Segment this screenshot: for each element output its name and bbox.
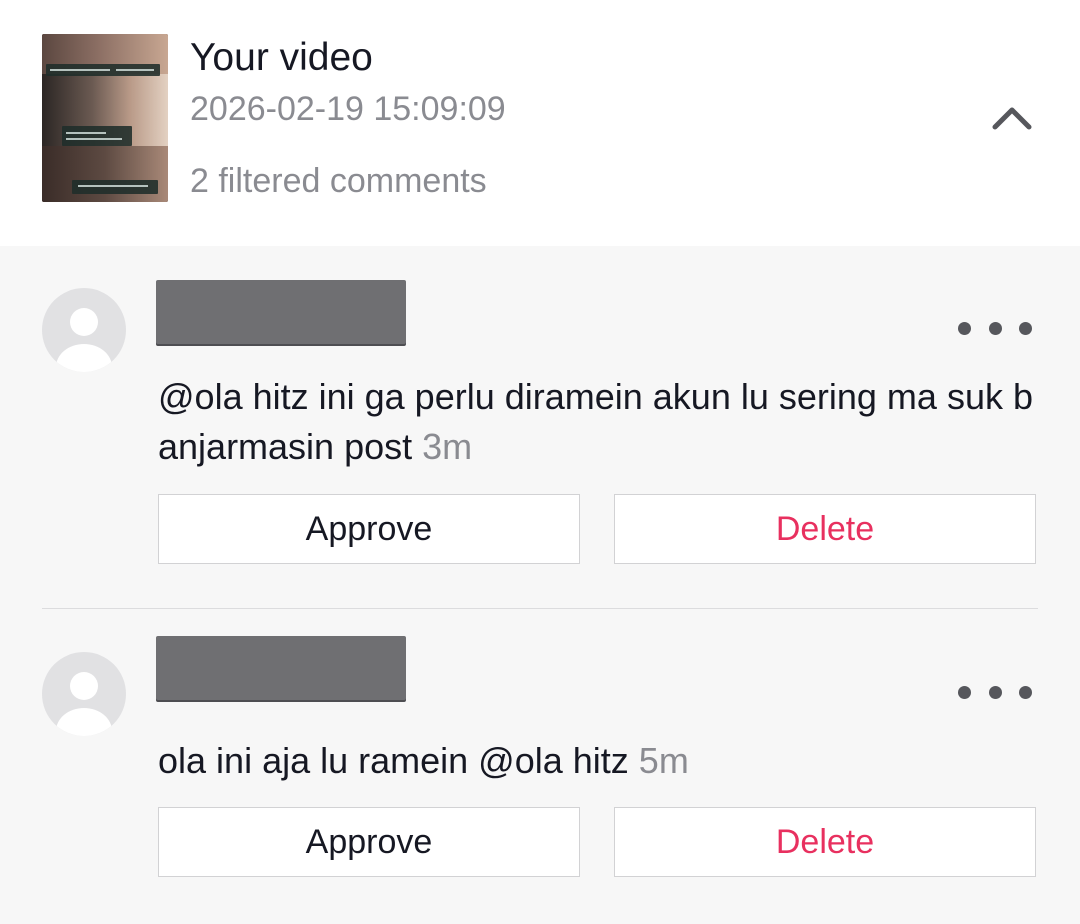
- thumbnail-overlay: [72, 180, 158, 194]
- thumbnail-line: [116, 69, 154, 71]
- more-horizontal-icon: [1019, 685, 1032, 699]
- more-horizontal-icon: [958, 685, 971, 699]
- default-avatar-icon[interactable]: [42, 652, 126, 736]
- comment-time: 5m: [638, 740, 689, 781]
- more-horizontal-icon: [1019, 321, 1032, 335]
- username-redacted: [156, 636, 406, 700]
- chevron-up-icon: [992, 107, 1032, 130]
- thumbnail-line: [66, 132, 106, 134]
- default-avatar-icon[interactable]: [42, 288, 126, 372]
- avatar-head: [70, 672, 98, 700]
- thumbnail-line: [78, 185, 148, 187]
- filtered-comments-count: 2 filtered comments: [190, 162, 487, 200]
- thumbnail-line: [50, 69, 110, 71]
- comment-text: ola ini aja lu ramein @ola hitz 5m: [158, 736, 1042, 786]
- collapse-button[interactable]: [986, 96, 1038, 140]
- video-timestamp: 2026-02-19 15:09:09: [190, 90, 506, 128]
- more-horizontal-icon: [988, 685, 1002, 699]
- video-thumbnail[interactable]: [42, 34, 168, 202]
- comment-body: @ola hitz ini ga perlu diramein akun lu …: [158, 376, 1033, 467]
- video-title: Your video: [190, 36, 373, 79]
- username-redacted: [156, 280, 406, 344]
- more-options-button[interactable]: [958, 314, 1032, 342]
- filtered-comments-list: @ola hitz ini ga perlu diramein akun lu …: [0, 246, 1080, 924]
- video-header: Your video 2026-02-19 15:09:09 2 filtere…: [0, 0, 1080, 246]
- avatar-head: [70, 308, 98, 336]
- approve-button[interactable]: Approve: [158, 807, 580, 877]
- comment-time: 3m: [422, 426, 473, 467]
- avatar-shoulders: [56, 708, 112, 736]
- thumbnail-overlay: [62, 126, 132, 146]
- more-horizontal-icon: [988, 321, 1002, 335]
- delete-button[interactable]: Delete: [614, 494, 1036, 564]
- approve-button[interactable]: Approve: [158, 494, 580, 564]
- thumbnail-line: [66, 138, 122, 140]
- avatar-shoulders: [56, 344, 112, 372]
- more-horizontal-icon: [958, 321, 971, 335]
- comment-item: @ola hitz ini ga perlu diramein akun lu …: [0, 246, 1080, 608]
- comment-body: ola ini aja lu ramein @ola hitz: [158, 740, 629, 781]
- comment-text: @ola hitz ini ga perlu diramein akun lu …: [158, 372, 1042, 472]
- comment-item: ola ini aja lu ramein @ola hitz 5m Appro…: [0, 608, 1080, 924]
- delete-button[interactable]: Delete: [614, 807, 1036, 877]
- more-options-button[interactable]: [958, 678, 1032, 706]
